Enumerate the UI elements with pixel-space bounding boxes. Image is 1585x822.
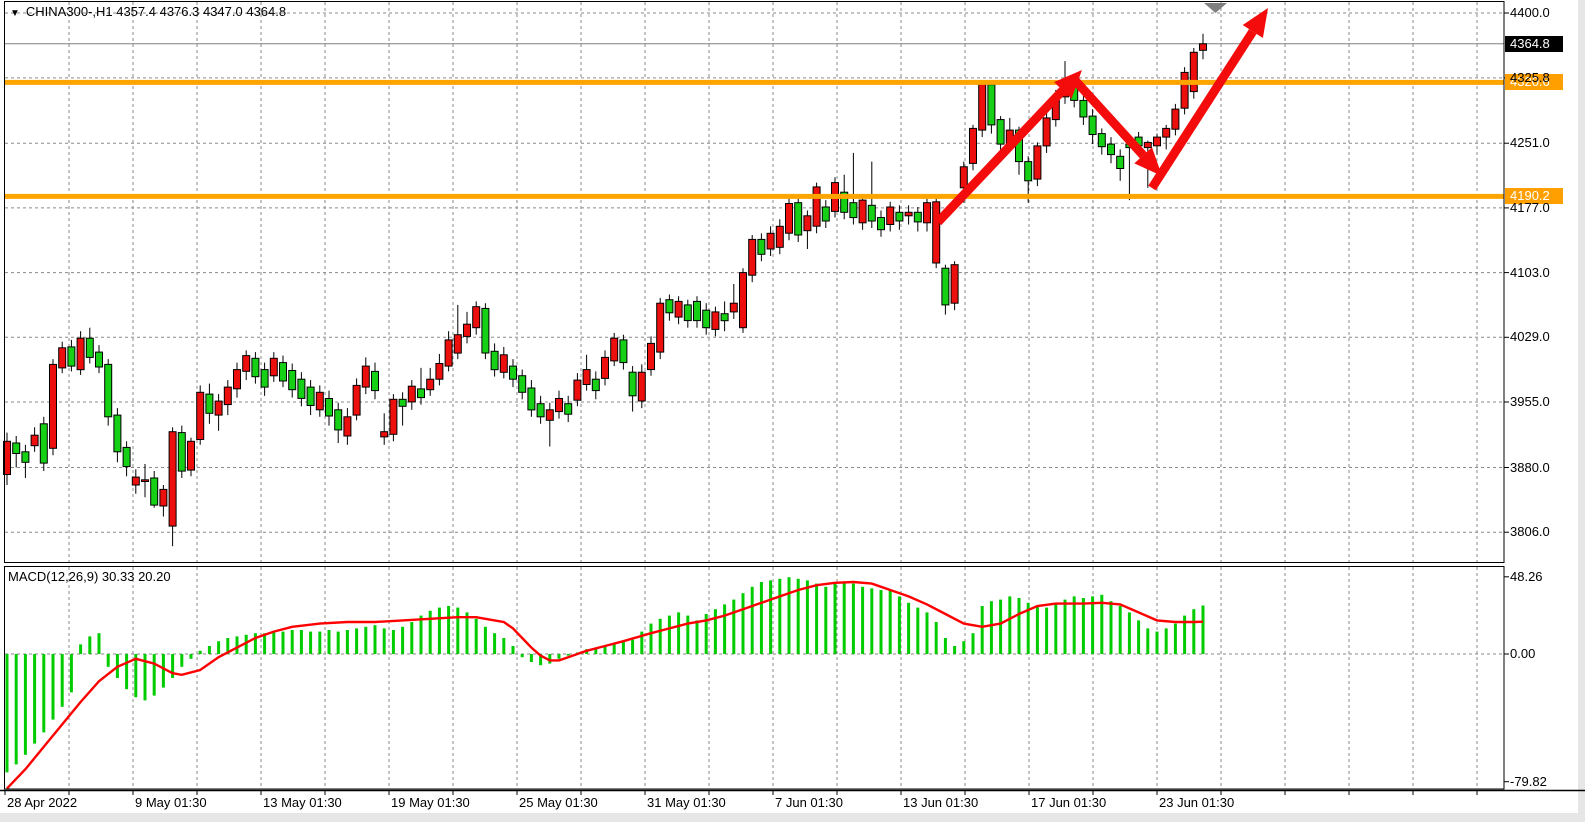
macd-axis-label: 48.26 [1510,570,1543,584]
price-axis-label: 4251.0 [1510,136,1550,150]
time-axis-label: 13 Jun 01:30 [903,796,978,810]
price-axis-label: 4325.8 [1510,71,1550,85]
time-axis-label: 17 Jun 01:30 [1031,796,1106,810]
macd-indicator-title: MACD(12,26,9) 30.33 20.20 [8,569,171,584]
price-axis-label: 4029.0 [1510,330,1550,344]
chart-symbol-title: ▼ CHINA300-,H1 4357.4 4376.3 4347.0 4364.… [10,4,286,19]
price-axis-label: 4177.0 [1510,201,1550,215]
price-axis-label: 3806.0 [1510,525,1550,539]
time-axis-label: 19 May 01:30 [391,796,470,810]
time-axis-label: 25 May 01:30 [519,796,598,810]
price-axis-label: 4103.0 [1510,266,1550,280]
symbol-marker-icon: ▼ [10,8,20,19]
time-axis-label: 31 May 01:30 [647,796,726,810]
time-axis-label: 28 Apr 2022 [7,796,77,810]
time-axis-label: 13 May 01:30 [263,796,342,810]
price-axis-label: 3955.0 [1510,395,1550,409]
bid-price-tag: 4364.8 [1505,36,1563,52]
symbol-ohlc-text: CHINA300-,H1 4357.4 4376.3 4347.0 4364.8 [26,4,286,19]
time-axis-label: 7 Jun 01:30 [775,796,843,810]
time-axis-label: 23 Jun 01:30 [1159,796,1234,810]
macd-axis-label: -79.82 [1510,775,1547,789]
time-axis-label: 9 May 01:30 [135,796,207,810]
price-axis-label: 4400.0 [1510,6,1550,20]
price-axis-label: 3880.0 [1510,461,1550,475]
chart-canvas[interactable] [0,0,1585,822]
chart-window: ▼ CHINA300-,H1 4357.4 4376.3 4347.0 4364.… [0,0,1585,822]
macd-axis-label: 0.00 [1510,647,1535,661]
